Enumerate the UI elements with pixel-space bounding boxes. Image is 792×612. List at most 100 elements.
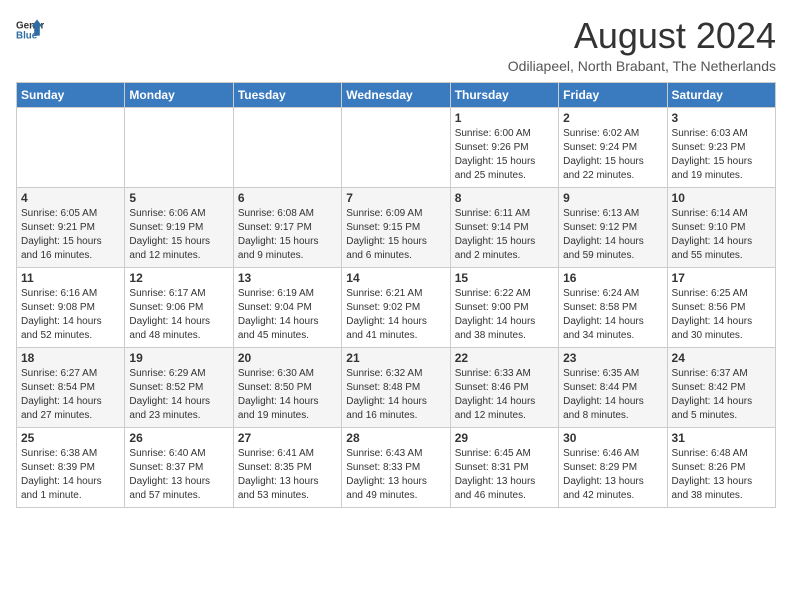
table-row: 7 Sunrise: 6:09 AM Sunset: 9:15 PM Daylig…: [342, 187, 450, 267]
day-info: Sunrise: 6:02 AM Sunset: 9:24 PM Dayligh…: [563, 127, 662, 183]
table-row: 24 Sunrise: 6:37 AM Sunset: 8:42 PM Dayli…: [667, 347, 775, 427]
day-info: Sunrise: 6:30 AM Sunset: 8:50 PM Dayligh…: [238, 367, 337, 423]
day-number: 4: [21, 191, 120, 205]
table-row: 23 Sunrise: 6:35 AM Sunset: 8:44 PM Dayli…: [559, 347, 667, 427]
table-row: 4 Sunrise: 6:05 AM Sunset: 9:21 PM Daylig…: [17, 187, 125, 267]
header-tuesday: Tuesday: [233, 82, 341, 107]
header: General Blue August 2024 Odiliapeel, Nor…: [16, 16, 776, 74]
day-info: Sunrise: 6:19 AM Sunset: 9:04 PM Dayligh…: [238, 287, 337, 343]
location-title: Odiliapeel, North Brabant, The Netherlan…: [508, 58, 776, 74]
day-number: 7: [346, 191, 445, 205]
day-number: 12: [129, 271, 228, 285]
day-info: Sunrise: 6:37 AM Sunset: 8:42 PM Dayligh…: [672, 367, 771, 423]
table-row: 30Sunrise: 6:46 AM Sunset: 8:29 PM Dayli…: [559, 427, 667, 507]
table-row: [342, 107, 450, 187]
calendar-row: 1 Sunrise: 6:00 AM Sunset: 9:26 PM Daylig…: [17, 107, 776, 187]
day-number: 23: [563, 351, 662, 365]
day-info: Sunrise: 6:33 AM Sunset: 8:46 PM Dayligh…: [455, 367, 554, 423]
day-number: 24: [672, 351, 771, 365]
day-number: 14: [346, 271, 445, 285]
table-row: 29Sunrise: 6:45 AM Sunset: 8:31 PM Dayli…: [450, 427, 558, 507]
table-row: [233, 107, 341, 187]
calendar-table: Sunday Monday Tuesday Wednesday Thursday…: [16, 82, 776, 508]
day-info: Sunrise: 6:38 AM Sunset: 8:39 PM Dayligh…: [21, 447, 120, 503]
day-number: 26: [129, 431, 228, 445]
table-row: 19 Sunrise: 6:29 AM Sunset: 8:52 PM Dayli…: [125, 347, 233, 427]
day-info: Sunrise: 6:22 AM Sunset: 9:00 PM Dayligh…: [455, 287, 554, 343]
calendar-header-row: Sunday Monday Tuesday Wednesday Thursday…: [17, 82, 776, 107]
day-info: Sunrise: 6:27 AM Sunset: 8:54 PM Dayligh…: [21, 367, 120, 423]
day-info: Sunrise: 6:24 AM Sunset: 8:58 PM Dayligh…: [563, 287, 662, 343]
day-info: Sunrise: 6:11 AM Sunset: 9:14 PM Dayligh…: [455, 207, 554, 263]
table-row: 14 Sunrise: 6:21 AM Sunset: 9:02 PM Dayli…: [342, 267, 450, 347]
day-number: 22: [455, 351, 554, 365]
table-row: 26 Sunrise: 6:40 AM Sunset: 8:37 PM Dayli…: [125, 427, 233, 507]
day-info: Sunrise: 6:09 AM Sunset: 9:15 PM Dayligh…: [346, 207, 445, 263]
day-number: 21: [346, 351, 445, 365]
day-number: 1: [455, 111, 554, 125]
day-info: Sunrise: 6:16 AM Sunset: 9:08 PM Dayligh…: [21, 287, 120, 343]
table-row: 18 Sunrise: 6:27 AM Sunset: 8:54 PM Dayli…: [17, 347, 125, 427]
day-number: 15: [455, 271, 554, 285]
table-row: 10 Sunrise: 6:14 AM Sunset: 9:10 PM Dayli…: [667, 187, 775, 267]
day-number: 16: [563, 271, 662, 285]
day-number: 10: [672, 191, 771, 205]
table-row: 11 Sunrise: 6:16 AM Sunset: 9:08 PM Dayli…: [17, 267, 125, 347]
day-info: Sunrise: 6:48 AM Sunset: 8:26 PM Dayligh…: [672, 447, 771, 503]
month-title: August 2024: [508, 16, 776, 56]
table-row: 28Sunrise: 6:43 AM Sunset: 8:33 PM Dayli…: [342, 427, 450, 507]
day-info: Sunrise: 6:35 AM Sunset: 8:44 PM Dayligh…: [563, 367, 662, 423]
day-info: Sunrise: 6:00 AM Sunset: 9:26 PM Dayligh…: [455, 127, 554, 183]
title-section: August 2024 Odiliapeel, North Brabant, T…: [508, 16, 776, 74]
day-number: 25: [21, 431, 120, 445]
table-row: 17 Sunrise: 6:25 AM Sunset: 8:56 PM Dayli…: [667, 267, 775, 347]
day-info: Sunrise: 6:14 AM Sunset: 9:10 PM Dayligh…: [672, 207, 771, 263]
day-info: Sunrise: 6:41 AM Sunset: 8:35 PM Dayligh…: [238, 447, 337, 503]
header-wednesday: Wednesday: [342, 82, 450, 107]
header-saturday: Saturday: [667, 82, 775, 107]
day-number: 5: [129, 191, 228, 205]
logo: General Blue: [16, 16, 44, 44]
header-friday: Friday: [559, 82, 667, 107]
table-row: 15 Sunrise: 6:22 AM Sunset: 9:00 PM Dayli…: [450, 267, 558, 347]
table-row: [17, 107, 125, 187]
day-info: Sunrise: 6:08 AM Sunset: 9:17 PM Dayligh…: [238, 207, 337, 263]
day-number: 9: [563, 191, 662, 205]
table-row: 2 Sunrise: 6:02 AM Sunset: 9:24 PM Daylig…: [559, 107, 667, 187]
day-info: Sunrise: 6:06 AM Sunset: 9:19 PM Dayligh…: [129, 207, 228, 263]
table-row: 12Sunrise: 6:17 AM Sunset: 9:06 PM Dayli…: [125, 267, 233, 347]
header-thursday: Thursday: [450, 82, 558, 107]
day-number: 2: [563, 111, 662, 125]
table-row: 31 Sunrise: 6:48 AM Sunset: 8:26 PM Dayli…: [667, 427, 775, 507]
logo-icon: General Blue: [16, 16, 44, 44]
day-info: Sunrise: 6:25 AM Sunset: 8:56 PM Dayligh…: [672, 287, 771, 343]
table-row: 22 Sunrise: 6:33 AM Sunset: 8:46 PM Dayli…: [450, 347, 558, 427]
day-number: 28: [346, 431, 445, 445]
header-monday: Monday: [125, 82, 233, 107]
day-number: 20: [238, 351, 337, 365]
table-row: 3 Sunrise: 6:03 AM Sunset: 9:23 PM Daylig…: [667, 107, 775, 187]
day-number: 13: [238, 271, 337, 285]
day-info: Sunrise: 6:03 AM Sunset: 9:23 PM Dayligh…: [672, 127, 771, 183]
day-number: 3: [672, 111, 771, 125]
day-number: 19: [129, 351, 228, 365]
day-number: 17: [672, 271, 771, 285]
table-row: 13 Sunrise: 6:19 AM Sunset: 9:04 PM Dayli…: [233, 267, 341, 347]
day-info: Sunrise: 6:05 AM Sunset: 9:21 PM Dayligh…: [21, 207, 120, 263]
table-row: 25 Sunrise: 6:38 AM Sunset: 8:39 PM Dayli…: [17, 427, 125, 507]
day-number: 30: [563, 431, 662, 445]
day-info: Sunrise: 6:40 AM Sunset: 8:37 PM Dayligh…: [129, 447, 228, 503]
header-sunday: Sunday: [17, 82, 125, 107]
day-number: 27: [238, 431, 337, 445]
day-number: 31: [672, 431, 771, 445]
day-info: Sunrise: 6:29 AM Sunset: 8:52 PM Dayligh…: [129, 367, 228, 423]
table-row: 5 Sunrise: 6:06 AM Sunset: 9:19 PM Daylig…: [125, 187, 233, 267]
day-info: Sunrise: 6:45 AM Sunset: 8:31 PM Dayligh…: [455, 447, 554, 503]
table-row: 6Sunrise: 6:08 AM Sunset: 9:17 PM Daylig…: [233, 187, 341, 267]
day-info: Sunrise: 6:21 AM Sunset: 9:02 PM Dayligh…: [346, 287, 445, 343]
day-info: Sunrise: 6:13 AM Sunset: 9:12 PM Dayligh…: [563, 207, 662, 263]
calendar-row: 4 Sunrise: 6:05 AM Sunset: 9:21 PM Daylig…: [17, 187, 776, 267]
day-number: 18: [21, 351, 120, 365]
day-info: Sunrise: 6:32 AM Sunset: 8:48 PM Dayligh…: [346, 367, 445, 423]
day-number: 11: [21, 271, 120, 285]
